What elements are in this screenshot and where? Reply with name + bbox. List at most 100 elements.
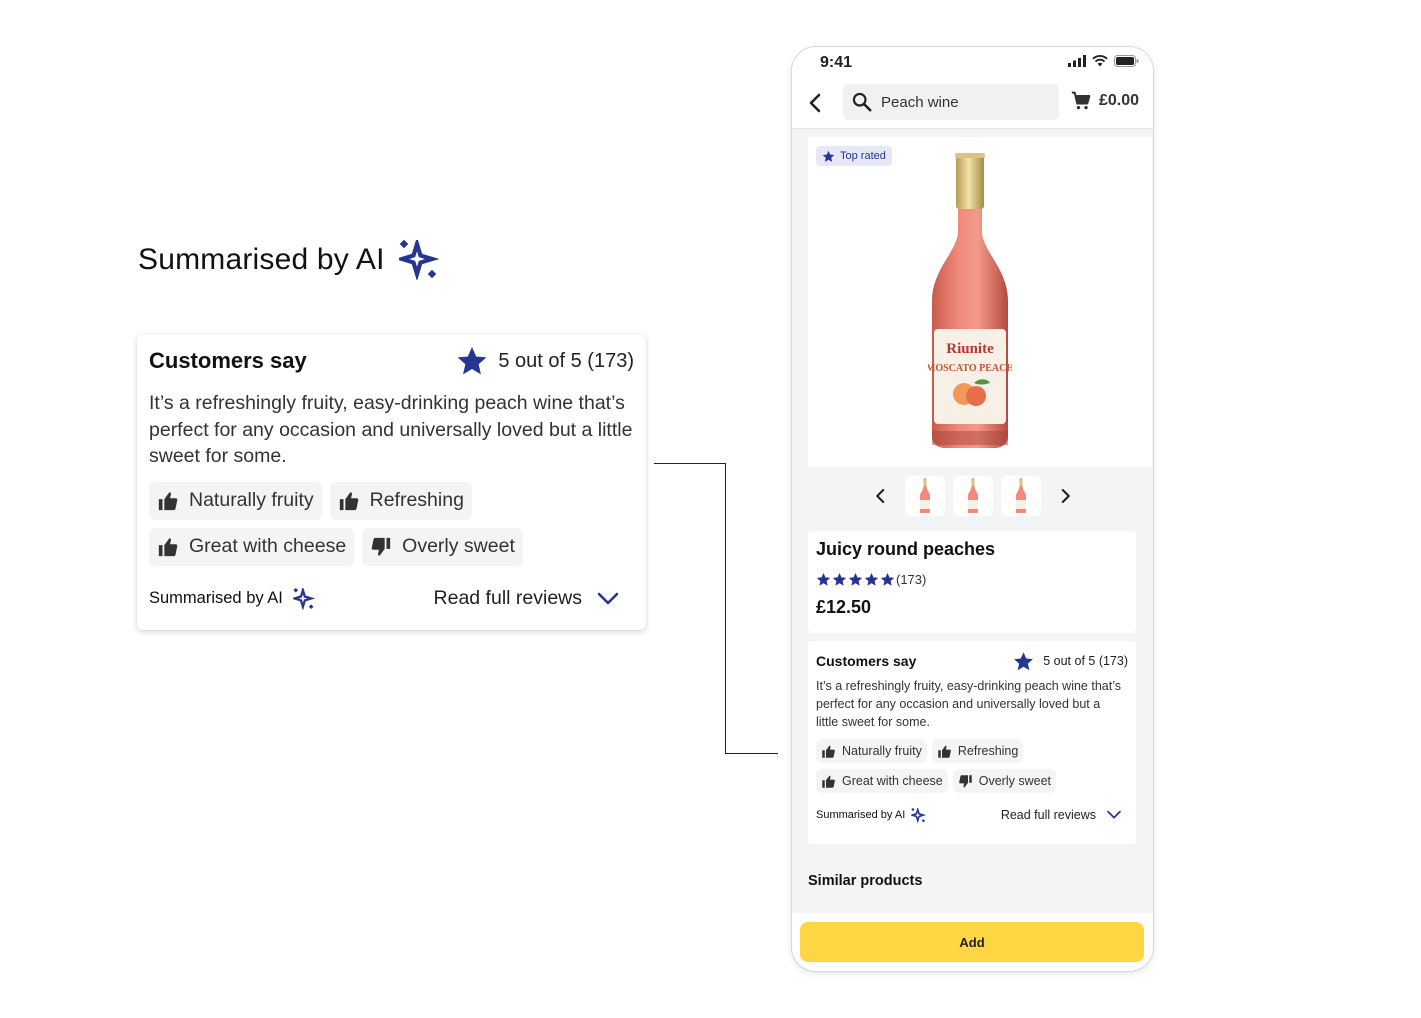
battery-icon — [1114, 55, 1139, 67]
review-tag: Refreshing — [329, 481, 472, 520]
search-field[interactable] — [843, 84, 1059, 120]
star-icon — [848, 572, 863, 587]
chevron-down-icon — [1106, 807, 1122, 823]
star-icon — [832, 572, 847, 587]
wine-bottle-thumbnail — [967, 478, 978, 513]
rating-text: 5 out of 5 (173) — [498, 349, 634, 372]
product-price: £12.50 — [816, 597, 872, 617]
thumbs-up-icon — [937, 744, 952, 759]
review-tag: Naturally fruity — [149, 481, 322, 520]
cart-total: £0.00 — [1098, 92, 1139, 109]
chevron-down-icon — [596, 587, 620, 611]
image-thumbnail[interactable] — [1000, 476, 1041, 516]
bottle-variety-text: MOSCATO PEACH — [928, 363, 1012, 374]
search-input[interactable] — [881, 93, 1041, 111]
review-tag-label: Naturally fruity — [189, 489, 314, 511]
product-info-card: Juicy round peaches (173) £12.50 — [808, 531, 1136, 633]
customers-say-title: Customers say — [816, 653, 917, 669]
star-icon — [1013, 651, 1034, 672]
review-tag: Great with cheese — [816, 769, 948, 793]
image-thumbnail[interactable] — [904, 476, 945, 516]
rating-summary: 5 out of 5 (173) — [456, 345, 634, 377]
thumbnail-strip — [792, 469, 1153, 523]
review-tag-list: Naturally fruity Refreshing Great with c… — [149, 481, 639, 566]
connector-line — [654, 463, 726, 754]
back-arrow-icon[interactable] — [804, 91, 828, 115]
thumbs-up-icon — [821, 774, 836, 789]
add-to-basket-bar: Add — [792, 913, 1153, 971]
star-icon — [456, 345, 488, 377]
image-thumbnail[interactable] — [952, 476, 993, 516]
review-tag: Overly sweet — [952, 769, 1056, 793]
star-icon — [822, 150, 835, 163]
status-icons — [1068, 55, 1139, 67]
review-tag-list: Naturally fruity Refreshing Great with c… — [816, 739, 1126, 793]
search-icon — [852, 92, 872, 112]
customers-say-title: Customers say — [149, 348, 307, 373]
customers-say-card: Customers say 5 out of 5 (173) It’s a re… — [808, 641, 1136, 844]
chevron-right-icon — [1061, 488, 1070, 504]
review-count: (173) — [896, 572, 927, 587]
read-full-reviews-label: Read full reviews — [1000, 808, 1096, 822]
next-image-button[interactable] — [1049, 480, 1081, 512]
ai-sparkle-icon — [911, 808, 926, 823]
star-icon — [816, 572, 831, 587]
signal-icon — [1068, 55, 1086, 67]
wine-bottle-thumbnail — [919, 478, 930, 513]
status-time: 9:41 — [820, 54, 853, 71]
cart-button[interactable]: £0.00 — [1071, 91, 1139, 111]
ai-sparkle-icon — [399, 240, 439, 280]
read-full-reviews-link[interactable]: Read full reviews — [434, 587, 620, 611]
star-icon — [880, 572, 895, 587]
phone-mockup: 9:41 Peach wine £0.00 Top rated Riunite … — [792, 47, 1153, 971]
top-rated-label: Top rated — [840, 150, 886, 162]
connector-line — [725, 753, 778, 754]
rating-summary: 5 out of 5 (173) — [1013, 651, 1128, 672]
thumbs-up-icon — [157, 490, 179, 512]
wine-bottle-thumbnail — [1015, 478, 1026, 513]
review-tag-label: Overly sweet — [402, 535, 515, 557]
product-name: Juicy round peaches — [816, 539, 996, 559]
top-bar: £0.00 — [792, 79, 1153, 129]
thumbs-down-icon — [958, 774, 973, 789]
status-bar: 9:41 — [792, 47, 1153, 79]
review-tag: Refreshing — [931, 739, 1024, 763]
wifi-icon — [1092, 55, 1108, 67]
review-tag-label: Refreshing — [957, 744, 1019, 758]
summarised-by-ai-label: Summarised by AI — [816, 809, 906, 821]
review-tag-label: Great with cheese — [189, 535, 347, 557]
summarised-by-ai: Summarised by AI — [149, 588, 315, 610]
review-tag: Naturally fruity — [816, 739, 927, 763]
review-tag-label: Great with cheese — [842, 774, 943, 788]
review-tag: Great with cheese — [149, 527, 355, 566]
review-tag-label: Naturally fruity — [842, 744, 922, 758]
review-summary-text: It’s a refreshingly fruity, easy-drinkin… — [816, 679, 1122, 729]
summarised-by-ai: Summarised by AI — [816, 808, 926, 823]
thumbs-up-icon — [821, 744, 836, 759]
similar-products-heading: Similar products — [808, 873, 923, 889]
bottle-brand-text: Riunite — [946, 341, 994, 357]
top-rated-badge: Top rated — [816, 146, 892, 166]
cart-icon — [1071, 91, 1091, 110]
thumbs-up-icon — [157, 536, 179, 558]
star-icon — [864, 572, 879, 587]
review-tag-label: Refreshing — [369, 489, 464, 511]
customers-say-card-enlarged: Customers say 5 out of 5 (173) It’s a re… — [137, 334, 646, 630]
summarised-by-ai-label: Summarised by AI — [149, 589, 283, 607]
ai-summary-heading-text: Summarised by AI — [138, 243, 385, 276]
review-summary-text: It’s a refreshingly fruity, easy-drinkin… — [149, 392, 633, 467]
read-full-reviews-label: Read full reviews — [433, 587, 582, 609]
product-star-rating: (173) — [816, 572, 1128, 587]
review-tag-label: Overly sweet — [978, 774, 1051, 788]
previous-image-button[interactable] — [865, 480, 897, 512]
read-full-reviews-link[interactable]: Read full reviews — [1001, 807, 1122, 823]
wine-bottle-image: Riunite MOSCATO PEACH — [928, 153, 1012, 448]
thumbs-up-icon — [338, 490, 360, 512]
rating-text: 5 out of 5 (173) — [1043, 654, 1128, 668]
add-button[interactable]: Add — [800, 922, 1144, 962]
chevron-left-icon — [875, 488, 884, 504]
ai-sparkle-icon — [293, 588, 315, 610]
product-image-gallery: Top rated Riunite MOSCATO PEACH — [808, 137, 1152, 467]
review-tag: Overly sweet — [362, 527, 523, 566]
thumbs-down-icon — [370, 536, 392, 558]
